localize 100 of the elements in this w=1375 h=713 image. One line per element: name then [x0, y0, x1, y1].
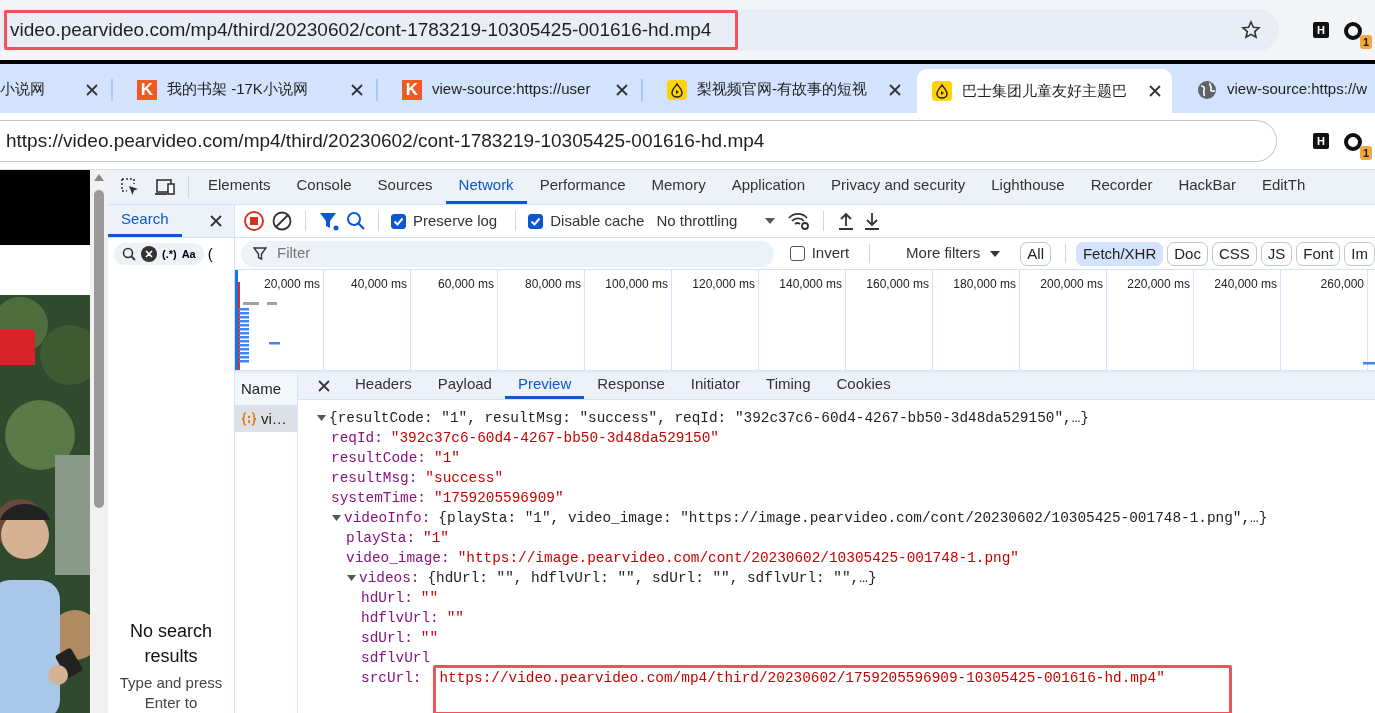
property-value: "1"	[434, 448, 460, 468]
close-icon[interactable]	[208, 213, 224, 229]
devtools-tab[interactable]: Elements	[195, 170, 284, 204]
detail-tab[interactable]: Payload	[424, 373, 505, 399]
extension-icon[interactable]: H	[1313, 22, 1329, 38]
tick-label: 100,000 ms	[605, 277, 668, 291]
pear-icon	[932, 81, 952, 101]
detail-tab[interactable]: Response	[584, 373, 678, 399]
tick-label: 80,000 ms	[524, 277, 581, 291]
url-text[interactable]: video.pearvideo.com/mp4/third/20230602/cont-1783219-10305425-001616-hd.mp4	[4, 9, 739, 51]
browser-tab[interactable]: view-source:https://w	[1182, 69, 1375, 110]
expand-toggle-icon[interactable]	[316, 412, 329, 423]
close-icon[interactable]	[349, 81, 365, 98]
tick-label: 40,000 ms	[350, 277, 407, 291]
close-icon[interactable]	[887, 81, 903, 98]
tick-label: 220,000 ms	[1127, 277, 1190, 291]
checkbox-label[interactable]: Disable cache	[550, 209, 645, 233]
network-settings-icon[interactable]	[787, 211, 812, 231]
request-name: vi…	[261, 408, 287, 429]
search-icon[interactable]	[122, 247, 136, 261]
search-icon[interactable]	[346, 211, 366, 231]
detail-tab[interactable]: Initiator	[677, 373, 754, 399]
close-icon[interactable]	[84, 81, 100, 98]
checkbox[interactable]	[789, 246, 805, 261]
devtools-tab[interactable]: Application	[718, 170, 819, 204]
tab-title: 巴士集团儿童友好主题巴	[962, 80, 1127, 101]
devtools-tab[interactable]: Privacy and security	[818, 170, 979, 204]
clear-icon[interactable]	[141, 246, 157, 262]
browser-tab[interactable]: 巴士集团儿童友好主题巴	[917, 69, 1172, 113]
filter-chip[interactable]: Doc	[1167, 241, 1208, 266]
property-key: video_image:	[346, 547, 450, 568]
browser-tab[interactable]: 梨视频官网-有故事的短视	[652, 69, 907, 110]
empty-title: No search results	[128, 620, 213, 668]
inspect-icon[interactable]	[120, 177, 140, 197]
property-value: ""	[420, 588, 439, 608]
more-filters-button[interactable]: More filters	[900, 241, 1007, 266]
close-icon[interactable]	[316, 377, 332, 394]
filter-chip[interactable]: All	[1020, 241, 1051, 266]
filter-chip[interactable]: Fetch/XHR	[1075, 241, 1164, 266]
detail-tab[interactable]: Timing	[753, 373, 824, 399]
devtools-tab[interactable]: Console	[283, 170, 365, 204]
property-value: "1759205596909"	[434, 488, 564, 508]
filter-chip[interactable]: Font	[1296, 241, 1341, 266]
close-icon[interactable]	[614, 81, 630, 98]
property-value: "https://image.pearvideo.com/cont/20230602/10305425-001748-1.png"	[457, 548, 1019, 568]
filter-icon[interactable]	[318, 210, 340, 232]
devtools-tab[interactable]: Sources	[364, 170, 446, 204]
filter-chip[interactable]: Im	[1344, 241, 1375, 266]
devtools-tab[interactable]: Lighthouse	[978, 170, 1078, 204]
case-toggle[interactable]: Aa	[181, 245, 196, 263]
property-key: hdUrl:	[361, 587, 413, 608]
expand-toggle-icon[interactable]	[346, 572, 359, 583]
pear-icon	[667, 79, 687, 100]
devtools-tab[interactable]: Recorder	[1077, 170, 1166, 204]
k-logo-icon: K	[402, 79, 422, 100]
checkbox-label[interactable]: Invert	[811, 242, 850, 265]
browser-tab[interactable]: K view-source:https://user	[387, 69, 642, 110]
property-key: videos:	[359, 567, 420, 588]
close-icon[interactable]	[1147, 83, 1163, 99]
tick-label: 140,000 ms	[779, 277, 842, 291]
tick-label: 180,000 ms	[953, 277, 1016, 291]
extension-icon[interactable]: H	[1313, 133, 1329, 149]
tick-label: 120,000 ms	[692, 277, 755, 291]
detail-tab[interactable]: Cookies	[823, 373, 904, 399]
star-icon[interactable]	[1241, 20, 1261, 40]
checkbox[interactable]	[528, 213, 544, 229]
detail-tab[interactable]: Headers	[342, 373, 425, 399]
caret-icon	[765, 218, 776, 224]
caret-icon	[990, 250, 1001, 257]
filter-chip[interactable]: JS	[1260, 241, 1293, 266]
tab-title: view-source:https://user	[432, 79, 591, 100]
devtools-tab[interactable]: Network	[445, 170, 527, 204]
device-icon[interactable]	[154, 177, 176, 197]
property-key: hdflvUrl:	[361, 607, 439, 628]
clear-icon[interactable]	[271, 210, 293, 232]
devtools-tab[interactable]: EditTh	[1248, 170, 1319, 204]
regex-toggle[interactable]: (.*)	[162, 245, 177, 263]
extension-ring-icon[interactable]	[1343, 131, 1365, 154]
extension-ring-icon[interactable]	[1343, 20, 1365, 43]
browser-tab[interactable]: 小说网	[0, 69, 112, 110]
property-value: ""	[446, 608, 464, 628]
empty-hint: Type and press Enter to	[118, 673, 224, 713]
request-row[interactable]: vi…	[235, 406, 297, 432]
checkbox-label[interactable]: Preserve log	[413, 209, 498, 233]
throttling-select[interactable]: No throttling	[656, 209, 776, 233]
property-value: "1"	[423, 528, 449, 548]
property-value: ""	[420, 628, 439, 648]
toggle-button[interactable]: (	[207, 242, 213, 266]
browser-tab[interactable]: K 我的书架 -17K小说网	[122, 69, 377, 110]
detail-tab[interactable]: Preview	[504, 373, 585, 399]
tick-label: 20,000 ms	[263, 277, 320, 291]
property-key: resultCode:	[331, 447, 426, 468]
tick-label: 60,000 ms	[437, 277, 494, 291]
expand-toggle-icon[interactable]	[331, 512, 344, 523]
filter-chip[interactable]: CSS	[1211, 241, 1257, 266]
devtools-tab[interactable]: Performance	[526, 170, 639, 204]
checkbox[interactable]	[391, 213, 406, 229]
devtools-tab[interactable]: HackBar	[1165, 170, 1249, 204]
record-icon[interactable]	[243, 210, 265, 232]
devtools-tab[interactable]: Memory	[638, 170, 719, 204]
